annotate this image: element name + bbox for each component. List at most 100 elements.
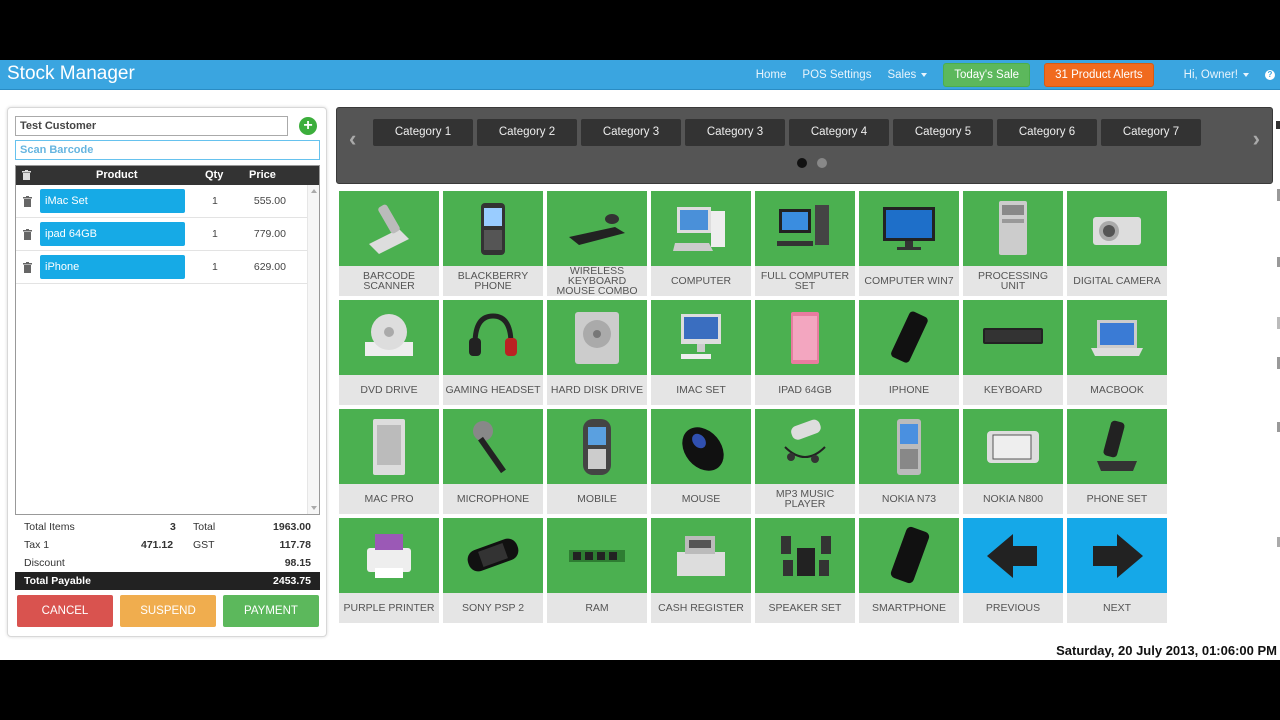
product-tile[interactable]: GAMING HEADSET — [443, 300, 543, 405]
computer-icon — [673, 207, 725, 251]
product-label: MAC PRO — [339, 484, 439, 514]
product-tile[interactable]: COMPUTER — [651, 191, 751, 296]
todays-sale-button[interactable]: Today's Sale — [943, 63, 1031, 87]
product-tile[interactable]: MACBOOK — [1067, 300, 1167, 405]
product-tile[interactable]: WIRELESS KEYBOARD MOUSE COMBO — [547, 191, 647, 296]
trash-icon[interactable] — [23, 196, 32, 207]
product-tile[interactable]: IMAC SET — [651, 300, 751, 405]
product-tile[interactable]: MP3 MUSIC PLAYER — [755, 409, 855, 514]
category-button[interactable]: Category 5 — [893, 119, 993, 146]
nav-pos-settings[interactable]: POS Settings — [802, 69, 871, 81]
category-button[interactable]: Category 6 — [997, 119, 1097, 146]
product-tile[interactable]: MOUSE — [651, 409, 751, 514]
help-icon[interactable]: ? — [1265, 70, 1275, 80]
product-image — [547, 518, 647, 593]
product-tile[interactable]: BLACKBERRY PHONE — [443, 191, 543, 296]
trash-icon[interactable] — [23, 262, 32, 273]
product-tile[interactable]: KEYBOARD — [963, 300, 1063, 405]
product-tile[interactable]: PROCESSING UNIT — [963, 191, 1063, 296]
chevron-right-icon[interactable]: › — [1253, 126, 1260, 152]
table-row: iPhone 1 629.00 — [16, 251, 319, 284]
previous-page-tile[interactable]: PREVIOUS — [963, 518, 1063, 623]
payable-value: 2453.75 — [273, 575, 311, 587]
suspend-button[interactable]: SUSPEND — [120, 595, 216, 627]
totals-row: Discount 98.15 — [15, 554, 320, 572]
discount-label: Discount — [24, 557, 65, 569]
product-label: NOKIA N73 — [859, 484, 959, 514]
pager-dot-active[interactable] — [797, 158, 807, 168]
next-page-tile[interactable]: NEXT — [1067, 518, 1167, 623]
category-button[interactable]: Category 2 — [477, 119, 577, 146]
product-image — [443, 191, 543, 266]
category-button[interactable]: Category 3 — [581, 119, 681, 146]
product-tile[interactable]: SONY PSP 2 — [443, 518, 543, 623]
product-name-button[interactable]: iPhone — [40, 255, 185, 279]
product-label: SMARTPHONE — [859, 593, 959, 623]
product-name-button[interactable]: iMac Set — [40, 189, 185, 213]
product-name-button[interactable]: ipad 64GB — [40, 222, 185, 246]
chevron-left-icon[interactable]: ‹ — [349, 126, 356, 152]
product-tile[interactable]: PHONE SET — [1067, 409, 1167, 514]
total-items-value: 3 — [170, 521, 176, 533]
previous-label: PREVIOUS — [963, 593, 1063, 623]
nav-sales[interactable]: Sales — [887, 69, 928, 81]
blackberry-phone-icon — [481, 203, 505, 255]
product-tile[interactable]: RAM — [547, 518, 647, 623]
mp3-player-icon — [784, 419, 826, 463]
product-tile[interactable]: HARD DISK DRIVE — [547, 300, 647, 405]
pager-dot[interactable] — [817, 158, 827, 168]
product-tile[interactable]: MAC PRO — [339, 409, 439, 514]
product-tile[interactable]: MICROPHONE — [443, 409, 543, 514]
product-tile[interactable]: SPEAKER SET — [755, 518, 855, 623]
product-tile[interactable]: BARCODE SCANNER — [339, 191, 439, 296]
scroll-down-icon[interactable] — [311, 506, 317, 510]
product-tile[interactable]: PURPLE PRINTER — [339, 518, 439, 623]
category-button[interactable]: Category 7 — [1101, 119, 1201, 146]
app-title[interactable]: Stock Manager — [7, 63, 135, 85]
product-tile[interactable]: DVD DRIVE — [339, 300, 439, 405]
product-label: IPHONE — [859, 375, 959, 405]
nav-home[interactable]: Home — [756, 69, 787, 81]
category-button[interactable]: Category 1 — [373, 119, 473, 146]
payment-button[interactable]: PAYMENT — [223, 595, 319, 627]
mobile-icon — [583, 419, 611, 475]
category-button[interactable]: Category 4 — [789, 119, 889, 146]
trash-icon[interactable] — [22, 170, 31, 180]
product-tile[interactable]: NOKIA N73 — [859, 409, 959, 514]
cancel-button[interactable]: CANCEL — [17, 595, 113, 627]
row-qty[interactable]: 1 — [212, 195, 218, 207]
product-alerts-button[interactable]: 31 Product Alerts — [1044, 63, 1154, 87]
customer-input[interactable]: Test Customer — [15, 116, 288, 136]
product-tile[interactable]: FULL COMPUTER SET — [755, 191, 855, 296]
row-qty[interactable]: 1 — [212, 228, 218, 240]
product-tile[interactable]: NOKIA N800 — [963, 409, 1063, 514]
add-customer-button[interactable]: + — [299, 117, 317, 135]
product-tile[interactable]: CASH REGISTER — [651, 518, 751, 623]
trash-icon[interactable] — [23, 229, 32, 240]
user-menu[interactable]: Hi, Owner! — [1184, 69, 1249, 81]
product-label: KEYBOARD — [963, 375, 1063, 405]
table-row: iMac Set 1 555.00 — [16, 185, 319, 218]
total-items-label: Total Items — [24, 521, 75, 533]
arrow-left-icon — [987, 534, 1037, 578]
payable-label: Total Payable — [24, 575, 91, 587]
product-tile[interactable]: DIGITAL CAMERA — [1067, 191, 1167, 296]
barcode-input[interactable]: Scan Barcode — [15, 140, 320, 160]
product-image — [651, 300, 751, 375]
product-image — [443, 300, 543, 375]
product-label: FULL COMPUTER SET — [755, 266, 855, 296]
scroll-up-icon[interactable] — [311, 189, 317, 193]
table-scrollbar[interactable] — [307, 185, 319, 514]
headset-icon — [469, 313, 517, 356]
nokia-tablet-icon — [987, 431, 1039, 463]
product-tile[interactable]: MOBILE — [547, 409, 647, 514]
user-menu-label: Hi, Owner! — [1183, 69, 1238, 81]
product-tile[interactable]: IPHONE — [859, 300, 959, 405]
category-button[interactable]: Category 3 — [685, 119, 785, 146]
product-image — [963, 409, 1063, 484]
product-tile[interactable]: SMARTPHONE — [859, 518, 959, 623]
mac-pro-icon — [373, 419, 405, 475]
row-qty[interactable]: 1 — [212, 261, 218, 273]
product-tile[interactable]: IPAD 64GB — [755, 300, 855, 405]
product-tile[interactable]: COMPUTER WIN7 — [859, 191, 959, 296]
